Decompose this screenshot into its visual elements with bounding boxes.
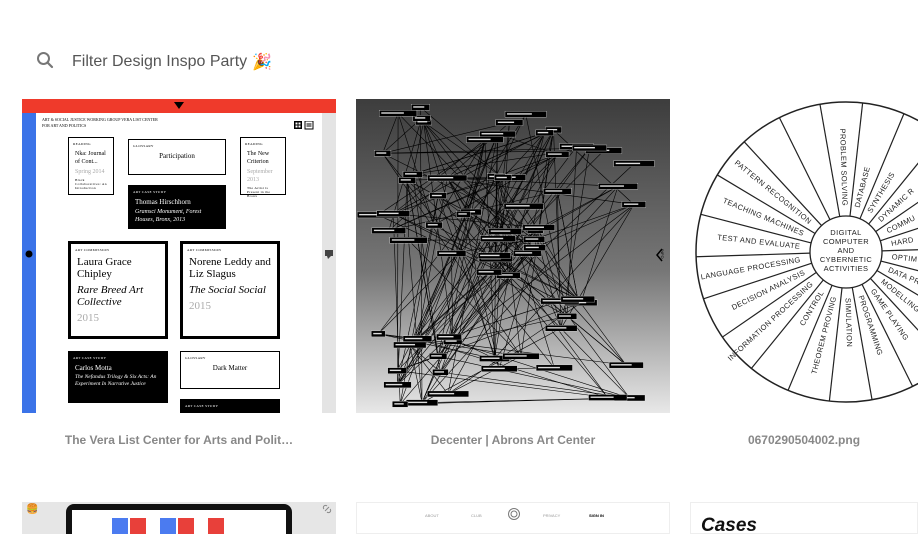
grey-side-bar: [322, 113, 336, 413]
network-graph: [356, 104, 655, 408]
wheel-sector-label: TEST AND EVALUATE: [717, 233, 801, 251]
box-kicker: READING: [73, 142, 91, 146]
wheel-sector-label: PROBLEM SOLVING: [838, 128, 849, 206]
search-icon: [36, 51, 54, 74]
info-side-label[interactable]: INFO: [660, 249, 665, 259]
box-title: Thomas Hirschhorn: [135, 198, 191, 206]
hamburger-emoji-icon: 🍔: [26, 504, 39, 515]
box-sub: Spring 2014: [75, 169, 105, 175]
box-kicker: ART CASE STUDY: [133, 190, 167, 194]
nav-privacy[interactable]: PRIVACY: [543, 513, 560, 518]
card-caption[interactable]: 0670290504002.png: [690, 433, 918, 447]
vera-casestudy-box[interactable]: ART CASE STUDY: [180, 399, 280, 413]
box-kicker: GLOSSARY: [185, 356, 206, 360]
inspo-card[interactable]: 🍔: [22, 502, 336, 534]
card-caption[interactable]: The Vera List Center for Arts and Polit…: [22, 433, 336, 447]
box-title: Laura Grace Chipley: [77, 256, 132, 280]
box-title: Nka: Journal of Cont...: [75, 151, 106, 165]
laptop-screen: [72, 510, 286, 534]
red-header-bar: [22, 99, 336, 113]
vera-glossary-box[interactable]: GLOSSARY Participation: [128, 139, 226, 175]
inspo-card[interactable]: ABOUT CLUB PRIVACY SIGN IN: [356, 502, 670, 534]
box-year: 2015: [189, 300, 211, 312]
party-emoji-icon: 🎉: [252, 54, 272, 71]
card-caption[interactable]: Decenter | Abrons Art Center: [356, 433, 670, 447]
wheel-center-label: AND: [837, 246, 854, 255]
box-kicker: GLOSSARY: [133, 144, 154, 148]
down-arrow-icon: [174, 102, 184, 109]
box-title: The New Criterion: [247, 151, 270, 165]
box-sub: Rare Breed Art Collective: [77, 284, 144, 308]
nav-about[interactable]: ABOUT: [425, 513, 439, 518]
box-sub: September 2013: [247, 169, 273, 183]
box-title: Carlos Motta: [75, 364, 112, 372]
wheel-center-label: COMPUTER: [823, 237, 869, 246]
wheel-center-label: DIGITAL: [830, 228, 861, 237]
wheel-sector-label: OPTIM: [891, 252, 918, 264]
laptop-mockup: [66, 504, 292, 534]
vera-header-text: ART & SOCIAL JUSTICE WORKING GROUP VERA …: [42, 117, 158, 128]
cases-title: Cases: [701, 515, 757, 534]
inspo-card[interactable]: PROBLEM SOLVING DATABASE SYNTHESIS DYNAMIC …: [690, 99, 918, 447]
vera-commission-box[interactable]: ART COMMISSION Norene Leddy and Liz Slag…: [180, 241, 280, 339]
inspo-card[interactable]: INFO Decenter | Abrons Art Center: [356, 99, 670, 447]
box-note: Black Collaboratives: An Introduction: [75, 178, 107, 190]
card-thumbnail[interactable]: ART & SOCIAL JUSTICE WORKING GROUP VERA …: [22, 99, 336, 413]
wheel-diagram: PROBLEM SOLVING DATABASESYNTHESISDYNAMIC …: [695, 101, 918, 403]
vera-reading-box[interactable]: READING The New Criterion September 2013…: [240, 137, 286, 198]
box-kicker: ART COMMISSION: [187, 248, 222, 252]
logo-icon: [508, 508, 520, 520]
card-thumbnail[interactable]: INFO: [356, 99, 670, 413]
box-note: The Artist is Present in the Bronx: [247, 186, 271, 198]
wheel-sector-label: SIMULATION: [843, 298, 854, 348]
box-kicker: ART COMMISSION: [75, 248, 110, 252]
card-thumbnail[interactable]: PROBLEM SOLVING DATABASE SYNTHESIS DYNAMIC …: [690, 99, 918, 413]
box-title: Dark Matter: [212, 364, 248, 372]
box-year: 2015: [77, 312, 99, 324]
vera-casestudy-box[interactable]: ART CASE STUDY Carlos Motta The Nefandus…: [68, 351, 168, 403]
search-input[interactable]: [72, 53, 372, 71]
box-title: Norene Leddy and Liz Slagus: [189, 256, 271, 280]
box-kicker: ART CASE STUDY: [73, 356, 107, 360]
box-title: Participation: [159, 152, 195, 160]
inspo-card[interactable]: Cases: [690, 502, 918, 534]
vera-casestudy-box[interactable]: ART CASE STUDY Thomas Hirschhorn Gramsci…: [128, 185, 226, 229]
box-kicker: ART CASE STUDY: [185, 404, 219, 408]
grid-toggle-icon: [294, 121, 314, 130]
vera-reading-box[interactable]: READING Nka: Journal of Cont... Spring 2…: [68, 137, 114, 195]
vera-commission-box[interactable]: ART COMMISSION Laura Grace Chipley Rare …: [68, 241, 168, 339]
blue-side-bar: [22, 113, 36, 413]
wheel-center-label: ACTIVITIES: [824, 264, 869, 273]
box-kicker: READING: [245, 142, 263, 146]
wheel-sector-label: HARD: [890, 235, 914, 248]
nav-sign-in[interactable]: SIGN IN: [589, 513, 604, 518]
inspo-card[interactable]: ART & SOCIAL JUSTICE WORKING GROUP VERA …: [22, 99, 336, 447]
search-bar[interactable]: [36, 48, 372, 76]
vera-glossary-box[interactable]: GLOSSARY Dark Matter: [180, 351, 280, 389]
wheel-center-label: CYBERNETIC: [820, 255, 873, 264]
box-sub: The Social Social: [189, 284, 266, 296]
box-sub: Gramsci Monument, Forest Houses, Bronx, …: [135, 209, 202, 223]
box-sub: The Nefandus Trilogy & Six Acts: An Expe…: [75, 374, 157, 387]
link-icon[interactable]: [322, 504, 332, 514]
nav-club[interactable]: CLUB: [471, 513, 482, 518]
